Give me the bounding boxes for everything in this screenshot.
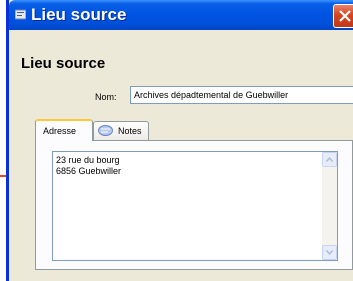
window-title: Lieu source bbox=[31, 5, 127, 24]
address-text: 23 rue du bourg 6856 Guebwiller bbox=[56, 155, 122, 176]
nom-field[interactable]: Archives dépadtemental de Guebwiller bbox=[130, 86, 353, 104]
nom-label: Nom: bbox=[95, 92, 117, 102]
page-title: Lieu source bbox=[21, 55, 106, 72]
address-textarea[interactable]: 23 rue du bourg 6856 Guebwiller bbox=[52, 151, 338, 261]
scroll-up-button[interactable] bbox=[322, 152, 337, 167]
dialog-window: Lieu source Lieu source Nom: Archives dé… bbox=[6, 0, 353, 281]
vertical-scrollbar[interactable] bbox=[322, 152, 337, 260]
close-button[interactable] bbox=[333, 4, 353, 28]
tab-adresse[interactable]: Adresse bbox=[35, 119, 93, 141]
tab-notes-label: Notes bbox=[118, 126, 142, 136]
close-icon bbox=[339, 10, 351, 22]
app-icon bbox=[15, 9, 26, 20]
notes-icon bbox=[98, 125, 113, 136]
scroll-down-button[interactable] bbox=[322, 245, 337, 260]
tab-notes[interactable]: Notes bbox=[93, 121, 149, 140]
tab-adresse-label: Adresse bbox=[43, 126, 77, 136]
chevron-down-icon bbox=[326, 250, 333, 255]
title-bar[interactable]: Lieu source bbox=[9, 0, 353, 30]
tab-panel-adresse: 23 rue du bourg 6856 Guebwiller bbox=[35, 140, 353, 270]
chevron-up-icon bbox=[326, 157, 333, 162]
